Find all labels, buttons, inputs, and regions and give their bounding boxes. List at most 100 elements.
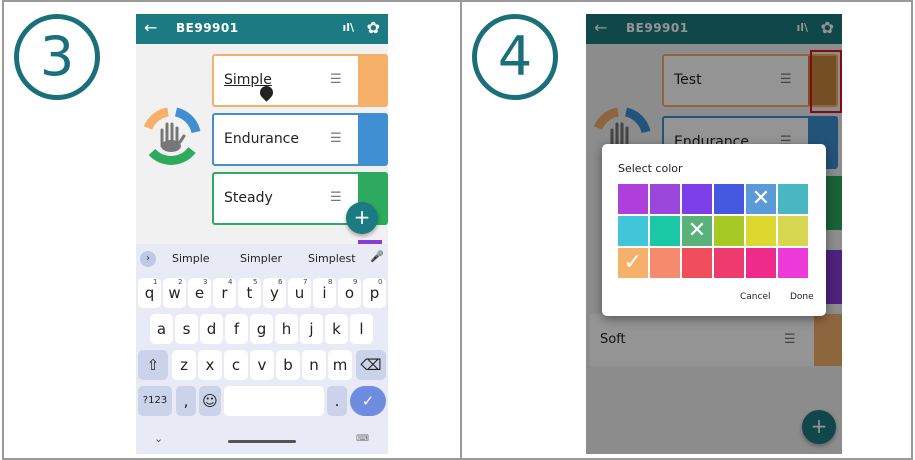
color-strip[interactable] (358, 56, 386, 105)
program-card-endurance[interactable]: Endurance ☰ (212, 113, 388, 166)
color-swatch-disabled[interactable]: ✕ (682, 216, 712, 246)
keyboard-switch-icon[interactable]: ⌨ (356, 434, 369, 444)
program-card-simple[interactable]: Simple ☰ (212, 54, 388, 107)
tune-icon[interactable]: ☰ (330, 72, 342, 87)
key-number-hint: 2 (178, 278, 183, 286)
symbols-key[interactable]: ?123 (138, 386, 172, 416)
settings-gear-icon[interactable]: ✿ (367, 18, 380, 37)
hand-ring-logo-icon (143, 107, 201, 165)
key-number-hint: 8 (328, 278, 333, 286)
phone-screen: ← BE99901 ıl\ ✿ Test ☰ Endurance ☰ Soft … (586, 14, 842, 454)
backspace-key[interactable]: ⌫ (356, 350, 386, 380)
key-number-hint: 4 (228, 278, 233, 286)
dialog-title: Select color (618, 162, 683, 175)
key-e[interactable]: e (188, 278, 211, 308)
select-color-dialog: Select color ✕ ✕ ✓ Cancel Done (602, 144, 826, 316)
color-swatch[interactable] (618, 184, 648, 214)
shift-key[interactable]: ⇧ (138, 350, 168, 380)
color-swatch[interactable] (650, 216, 680, 246)
app-bar: ← BE99901 ıl\ ✿ (136, 14, 388, 44)
key-n[interactable]: n (302, 350, 326, 380)
nav-handle (228, 440, 296, 443)
suggestion-2[interactable]: Simpler (240, 252, 282, 265)
tune-icon[interactable]: ☰ (330, 131, 342, 146)
tune-icon[interactable]: ☰ (330, 190, 342, 205)
color-swatch-disabled[interactable]: ✕ (746, 184, 776, 214)
key-b[interactable]: b (276, 350, 300, 380)
key-f[interactable]: f (225, 314, 248, 344)
key-t[interactable]: t (238, 278, 261, 308)
color-swatch[interactable] (682, 184, 712, 214)
done-button[interactable]: Done (790, 292, 814, 302)
color-swatch[interactable] (778, 184, 808, 214)
cancel-button[interactable]: Cancel (740, 292, 771, 302)
color-swatch[interactable] (682, 248, 712, 278)
step-number-badge: 3 (14, 14, 100, 100)
key-d[interactable]: d (200, 314, 223, 344)
key-j[interactable]: j (300, 314, 323, 344)
key-u[interactable]: u (288, 278, 311, 308)
step-4-panel: 4 ← BE99901 ıl\ ✿ Test ☰ Endurance ☰ Sof… (460, 0, 913, 460)
onscreen-keyboard: › Simple Simpler Simplest 🎤 q1w2e3r4t5y6… (136, 244, 388, 454)
key-a[interactable]: a (150, 314, 173, 344)
key-p[interactable]: p (363, 278, 386, 308)
key-x[interactable]: x (198, 350, 222, 380)
key-g[interactable]: g (250, 314, 273, 344)
key-y[interactable]: y (263, 278, 286, 308)
program-name: Steady (224, 190, 273, 206)
key-number-hint: 1 (153, 278, 158, 286)
add-program-fab[interactable]: + (346, 202, 378, 234)
key-q[interactable]: q (138, 278, 161, 308)
hide-keyboard-icon[interactable]: ⌄ (154, 432, 163, 445)
key-row-2: asdfghjkl (136, 314, 388, 348)
key-c[interactable]: c (224, 350, 248, 380)
key-m[interactable]: m (328, 350, 352, 380)
key-number-hint: 7 (303, 278, 308, 286)
key-v[interactable]: v (250, 350, 274, 380)
enter-key[interactable]: ✓ (350, 386, 386, 416)
key-row-4: ?123 , ☺ . ✓ (136, 386, 388, 420)
emoji-key[interactable]: ☺ (199, 386, 221, 416)
phone-screen: ← BE99901 ıl\ ✿ Simple ☰ Endurance ☰ Ste… (136, 14, 388, 454)
microphone-icon[interactable]: 🎤 (370, 250, 384, 263)
key-row-1: q1w2e3r4t5y6u7i8o9p0 (136, 278, 388, 312)
color-swatch[interactable] (746, 248, 776, 278)
color-swatch[interactable] (778, 248, 808, 278)
step-3-panel: 3 ← BE99901 ıl\ ✿ Simple ☰ Endurance ☰ S… (2, 0, 462, 460)
space-key[interactable] (224, 386, 324, 416)
key-number-hint: 9 (353, 278, 358, 286)
key-s[interactable]: s (175, 314, 198, 344)
color-swatch[interactable] (618, 216, 648, 246)
color-swatch[interactable] (714, 216, 744, 246)
key-i[interactable]: i (313, 278, 336, 308)
key-h[interactable]: h (275, 314, 298, 344)
suggestion-1[interactable]: Simple (172, 252, 210, 265)
key-l[interactable]: l (350, 314, 373, 344)
color-swatch-selected[interactable]: ✓ (618, 248, 648, 278)
key-row-3: ⇧ zxcvbnm ⌫ (136, 350, 388, 384)
key-number-hint: 3 (203, 278, 208, 286)
key-number-hint: 5 (253, 278, 258, 286)
color-swatch[interactable] (714, 184, 744, 214)
color-swatch[interactable] (650, 248, 680, 278)
suggestion-strip: › Simple Simpler Simplest 🎤 (136, 244, 388, 274)
key-o[interactable]: o (338, 278, 361, 308)
back-arrow-icon[interactable]: ← (144, 18, 157, 37)
color-swatch[interactable] (778, 216, 808, 246)
color-swatch[interactable] (714, 248, 744, 278)
color-swatch[interactable] (746, 216, 776, 246)
key-w[interactable]: w (163, 278, 186, 308)
key-k[interactable]: k (325, 314, 348, 344)
key-number-hint: 6 (278, 278, 283, 286)
key-z[interactable]: z (172, 350, 196, 380)
library-icon[interactable]: ıl\ (342, 21, 354, 34)
color-strip[interactable] (358, 115, 386, 164)
color-swatch[interactable] (650, 184, 680, 214)
step-number-badge: 4 (472, 14, 558, 100)
expand-chevron-icon[interactable]: › (140, 251, 156, 267)
key-r[interactable]: r (213, 278, 236, 308)
period-key[interactable]: . (327, 386, 347, 416)
comma-key[interactable]: , (176, 386, 196, 416)
suggestion-3[interactable]: Simplest (308, 252, 356, 265)
device-title: BE99901 (176, 21, 239, 35)
